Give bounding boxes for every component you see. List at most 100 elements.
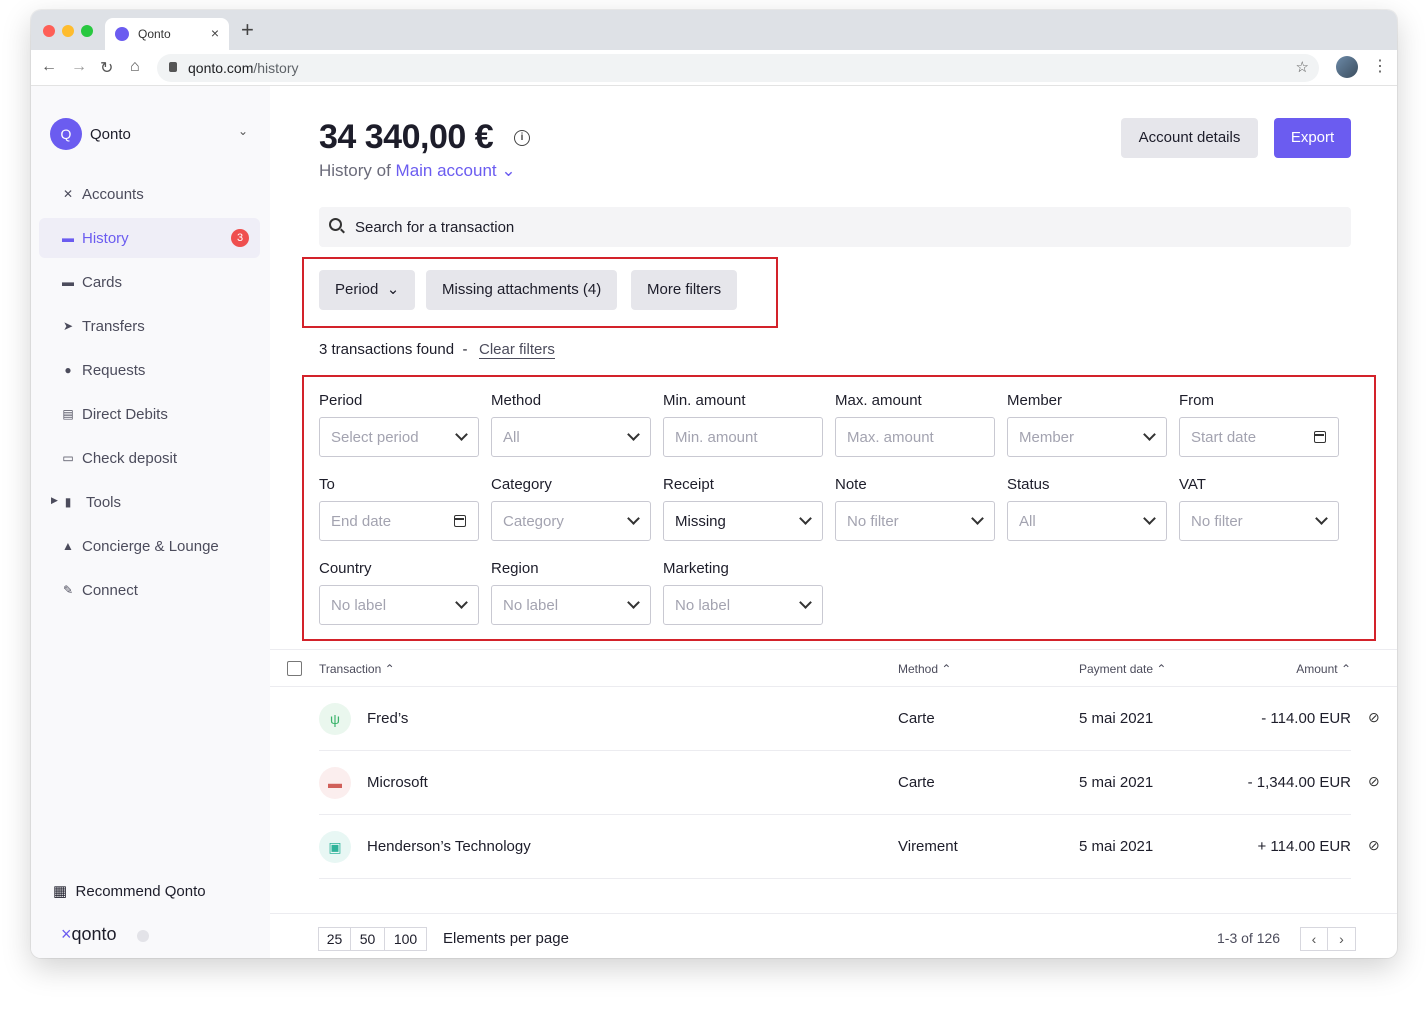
- minimize-window-button[interactable]: [62, 25, 74, 37]
- card-icon: ▬: [62, 275, 74, 289]
- forward-icon[interactable]: →: [71, 58, 87, 76]
- member-select[interactable]: Member: [1007, 417, 1167, 457]
- sidebar-item-transfers[interactable]: ➤ Transfers: [39, 306, 260, 346]
- recommend-link[interactable]: ▦ Recommend Qonto: [53, 882, 206, 900]
- bookmark-star-icon[interactable]: ☆: [1296, 58, 1309, 76]
- next-page-icon[interactable]: ›: [1328, 927, 1356, 951]
- attachment-icon[interactable]: ⊘: [1368, 837, 1380, 854]
- chevron-down-icon: [627, 428, 640, 441]
- sidebar-item-label: Accounts: [82, 186, 144, 203]
- home-icon[interactable]: ⌂: [130, 58, 140, 76]
- account-selector[interactable]: Main account ⌄: [396, 161, 516, 180]
- end-date-input[interactable]: End date: [319, 501, 479, 541]
- browser-tab[interactable]: Qonto ×: [105, 18, 229, 50]
- url-text: qonto.com/history: [188, 60, 299, 76]
- attachment-icon[interactable]: ⊘: [1368, 773, 1380, 790]
- column-transaction[interactable]: Transaction ⌃: [319, 662, 395, 676]
- period-label: Period: [319, 392, 363, 409]
- chevron-down-icon: [1143, 512, 1156, 525]
- column-payment-date[interactable]: Payment date ⌃: [1079, 662, 1166, 676]
- attachment-icon[interactable]: ⊘: [1368, 709, 1380, 726]
- close-tab-icon[interactable]: ×: [211, 25, 219, 41]
- page-size-25[interactable]: 25: [318, 927, 351, 951]
- more-filters-chip[interactable]: More filters: [631, 270, 738, 310]
- expand-arrow-icon[interactable]: ▶: [51, 495, 58, 506]
- column-method[interactable]: Method ⌃: [898, 662, 951, 676]
- sidebar-item-tools[interactable]: ▶ ▮ Tools: [39, 482, 260, 522]
- page-size-50[interactable]: 50: [351, 927, 385, 951]
- sidebar-item-accounts[interactable]: ✕ Accounts: [39, 174, 260, 214]
- lock-icon: [169, 62, 177, 72]
- sidebar-item-cards[interactable]: ▬ Cards: [39, 262, 260, 302]
- org-avatar[interactable]: Q: [50, 118, 82, 150]
- transaction-date: 5 mai 2021: [1079, 838, 1154, 855]
- browser-menu-icon[interactable]: ⋮: [1372, 56, 1388, 76]
- close-window-button[interactable]: [43, 25, 55, 37]
- sidebar-item-check-deposit[interactable]: ▭ Check deposit: [39, 438, 260, 478]
- export-button[interactable]: Export: [1274, 118, 1351, 158]
- account-details-button[interactable]: Account details: [1121, 118, 1258, 158]
- sidebar-item-label: History: [82, 230, 129, 247]
- receipt-select[interactable]: Missing: [663, 501, 823, 541]
- sidebar-item-concierge[interactable]: ▲ Concierge & Lounge: [39, 526, 260, 566]
- sidebar-item-history[interactable]: ▬ History 3: [39, 218, 260, 258]
- transfer-in-icon: ▣: [319, 831, 351, 863]
- sidebar-item-direct-debits[interactable]: ▤ Direct Debits: [39, 394, 260, 434]
- transaction-method: Carte: [898, 710, 935, 727]
- note-select[interactable]: No filter: [835, 501, 995, 541]
- country-label: Country: [319, 560, 372, 577]
- missing-attachments-chip[interactable]: Missing attachments (4): [426, 270, 618, 310]
- calendar-icon[interactable]: [1314, 431, 1326, 443]
- table-row[interactable]: ▬ Microsoft Carte 5 mai 2021 - 1,344.00 …: [319, 751, 1380, 815]
- country-select[interactable]: No label: [319, 585, 479, 625]
- min-amount-input[interactable]: Min. amount: [663, 417, 823, 457]
- chevron-down-icon: [455, 596, 468, 609]
- category-label: Category: [491, 476, 552, 493]
- sidebar-item-connect[interactable]: ✎ Connect: [39, 570, 260, 610]
- search-input[interactable]: Search for a transaction: [319, 207, 1351, 247]
- chevron-down-icon[interactable]: ⌄: [238, 124, 248, 138]
- method-label: Method: [491, 392, 542, 409]
- page-size-100[interactable]: 100: [385, 927, 427, 951]
- period-select[interactable]: Select period: [319, 417, 479, 457]
- period-filter-chip[interactable]: Period ⌄: [319, 270, 416, 310]
- page-size-label: Elements per page: [443, 930, 569, 947]
- column-amount[interactable]: Amount ⌃: [1296, 662, 1351, 676]
- org-name[interactable]: Qonto: [90, 126, 131, 143]
- profile-avatar[interactable]: [1336, 56, 1358, 78]
- sidebar-item-requests[interactable]: ● Requests: [39, 350, 260, 390]
- qonto-logo: ×qonto: [61, 924, 117, 944]
- select-all-checkbox[interactable]: [287, 661, 302, 676]
- receipt-label: Receipt: [663, 476, 714, 493]
- sidebar-item-label: Cards: [82, 274, 123, 291]
- transaction-name: Microsoft: [367, 774, 428, 791]
- chevron-down-icon: [627, 596, 640, 609]
- search-placeholder: Search for a transaction: [355, 219, 515, 236]
- info-icon[interactable]: i: [514, 130, 530, 146]
- maximize-window-button[interactable]: [81, 25, 93, 37]
- transaction-amount: - 1,344.00 EUR: [1247, 774, 1351, 791]
- new-tab-icon[interactable]: +: [241, 19, 254, 41]
- reload-icon[interactable]: ↻: [100, 58, 113, 78]
- table-row[interactable]: ψ Fred’s Carte 5 mai 2021 - 114.00 EUR ⊘: [319, 687, 1380, 751]
- address-bar[interactable]: qonto.com/history ☆: [157, 54, 1319, 82]
- clear-filters-link[interactable]: Clear filters: [479, 341, 555, 359]
- vat-select[interactable]: No filter: [1179, 501, 1339, 541]
- account-balance: 34 340,00 €: [319, 118, 494, 156]
- region-select[interactable]: No label: [491, 585, 651, 625]
- table-row[interactable]: ▣ Henderson’s Technology Virement 5 mai …: [319, 815, 1380, 879]
- status-select[interactable]: All: [1007, 501, 1167, 541]
- min-amount-label: Min. amount: [663, 392, 746, 409]
- transaction-date: 5 mai 2021: [1079, 710, 1154, 727]
- marketing-select[interactable]: No label: [663, 585, 823, 625]
- to-label: To: [319, 476, 335, 493]
- calendar-icon[interactable]: [454, 515, 466, 527]
- method-select[interactable]: All: [491, 417, 651, 457]
- max-amount-input[interactable]: Max. amount: [835, 417, 995, 457]
- start-date-input[interactable]: Start date: [1179, 417, 1339, 457]
- status-label: Status: [1007, 476, 1050, 493]
- tools-icon: ▮: [64, 495, 72, 509]
- category-select[interactable]: Category: [491, 501, 651, 541]
- back-icon[interactable]: ←: [41, 58, 57, 76]
- previous-page-icon[interactable]: ‹: [1300, 927, 1328, 951]
